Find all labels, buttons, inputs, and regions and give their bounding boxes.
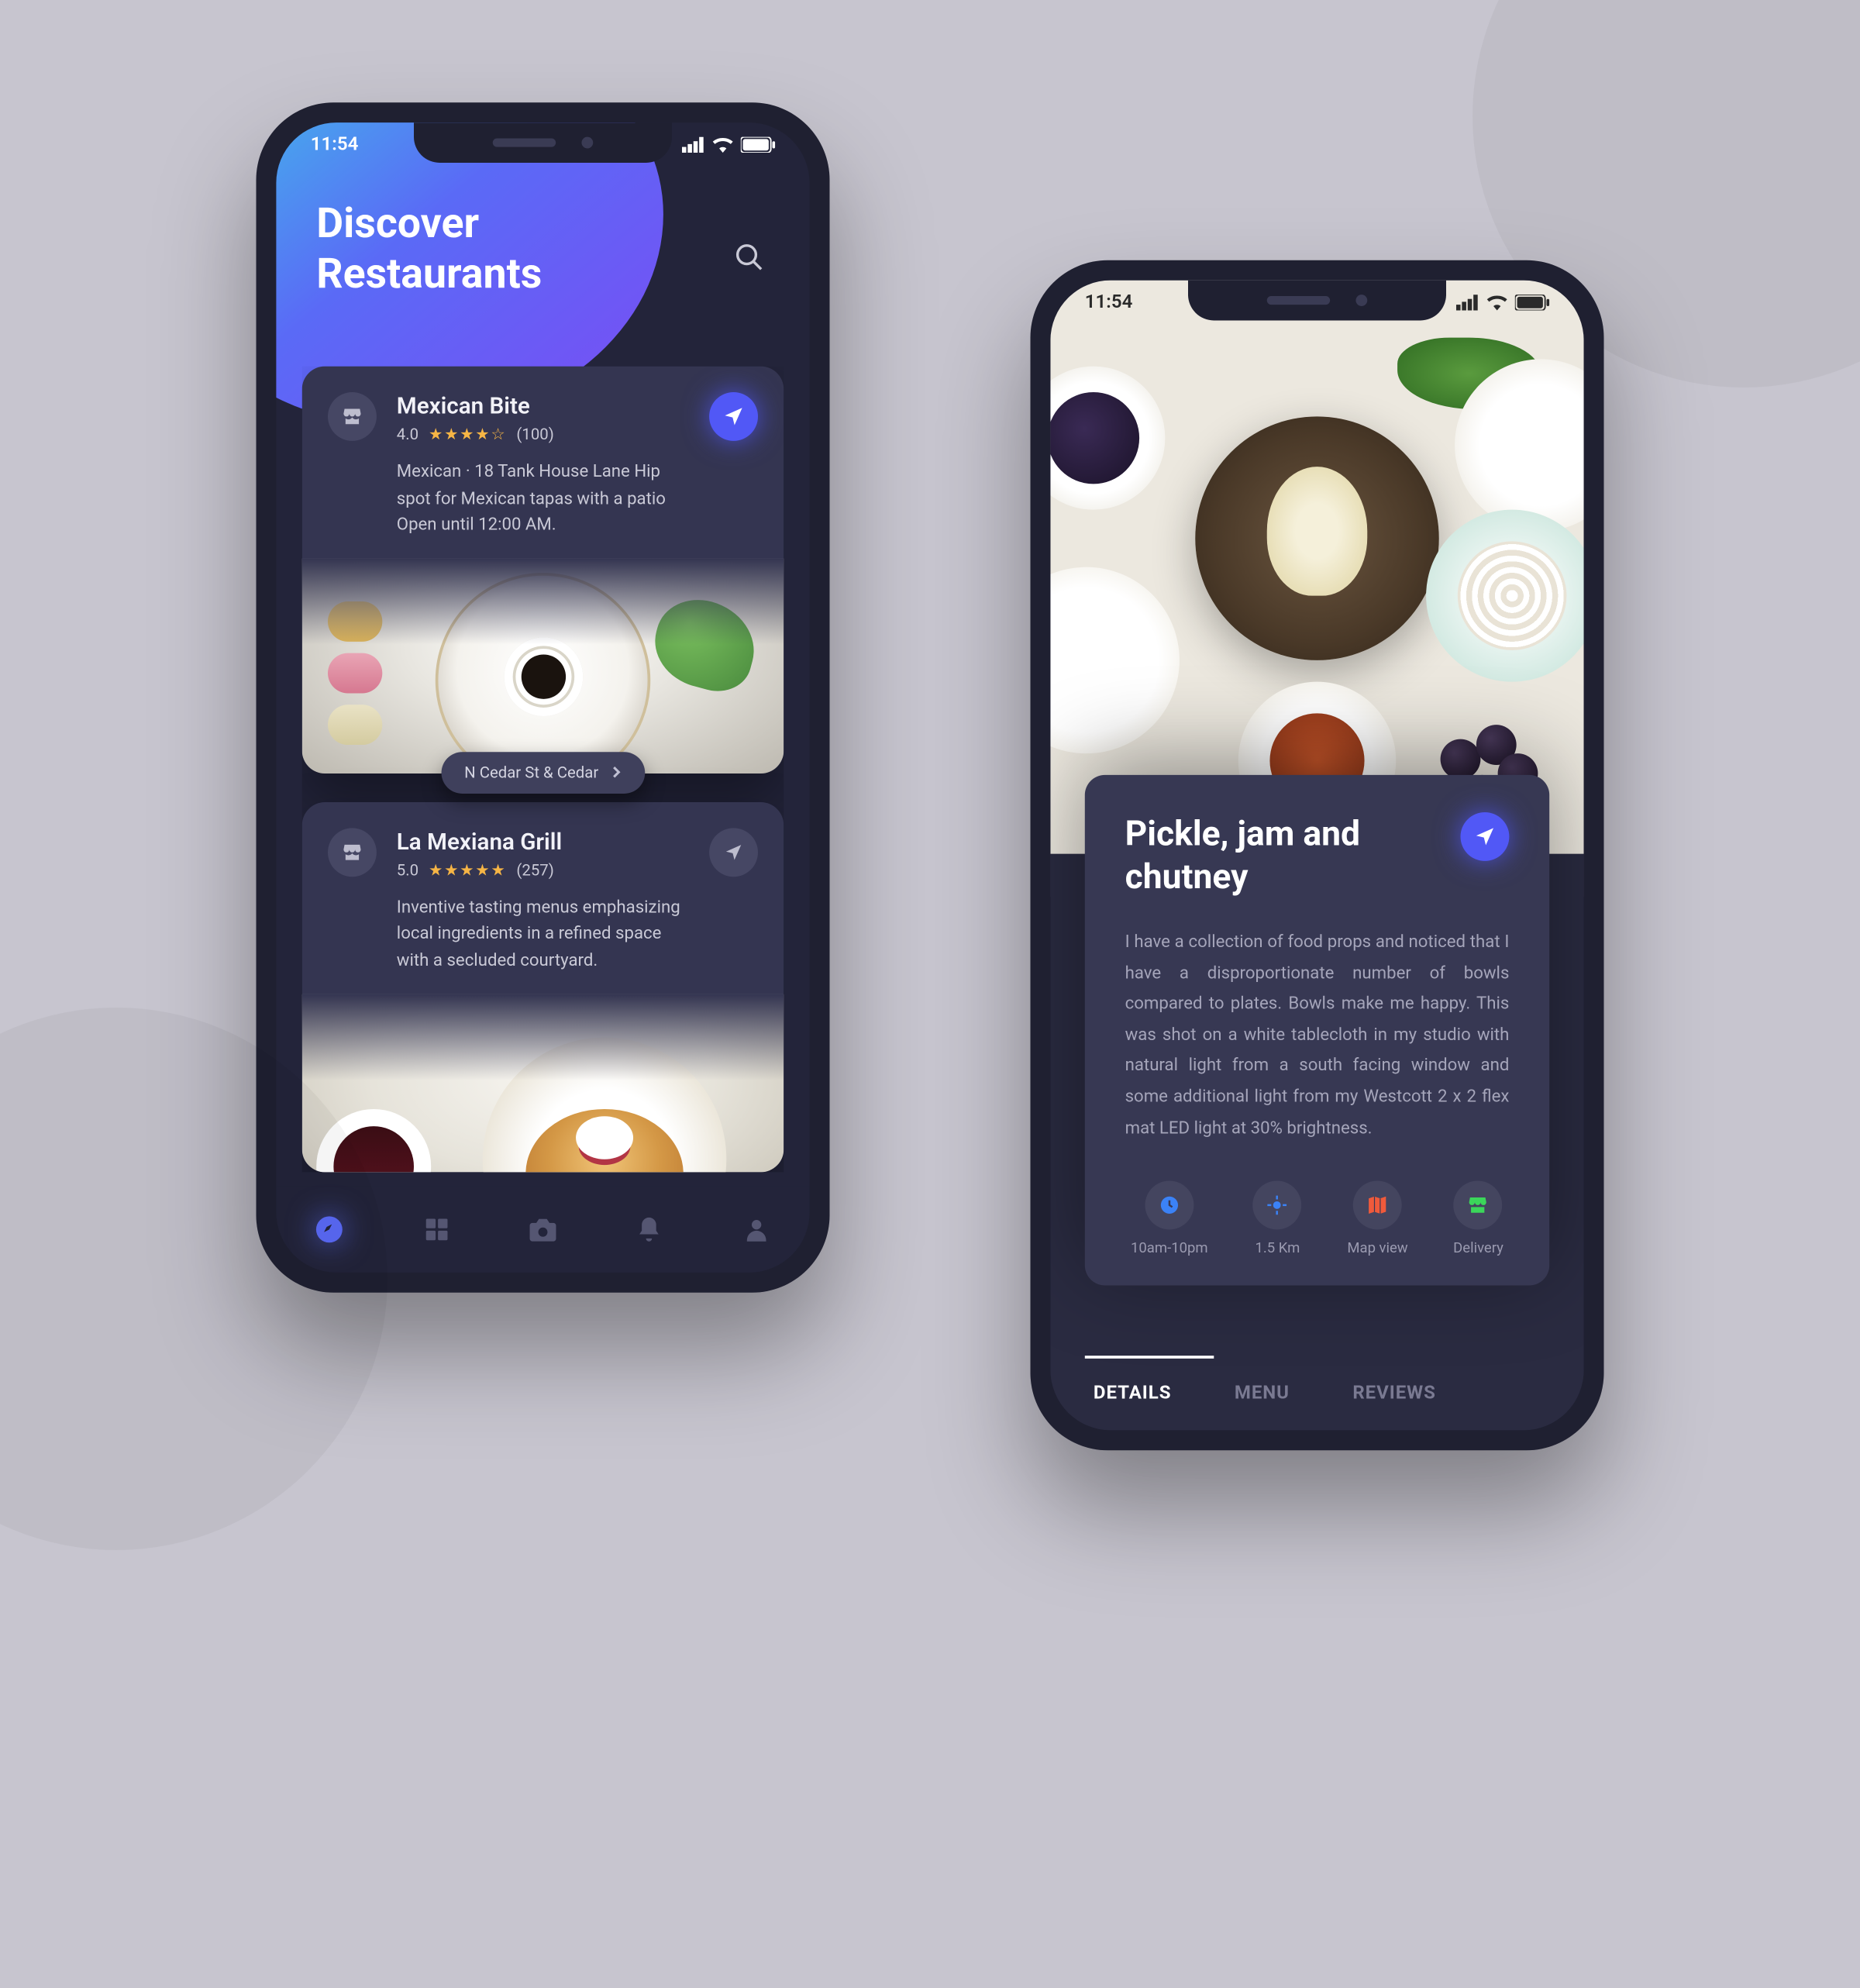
bell-icon	[636, 1214, 664, 1246]
wifi-icon	[712, 137, 734, 153]
rating-value: 5.0	[397, 860, 418, 879]
grid-icon	[422, 1215, 450, 1244]
restaurant-description: Mexican · 18 Tank House Lane Hip spot fo…	[397, 458, 689, 538]
restaurant-image	[302, 558, 784, 773]
rating-stars: ★★★★★	[429, 860, 506, 879]
tab-reviews[interactable]: REVIEWS	[1352, 1383, 1436, 1404]
wifi-icon	[1486, 295, 1508, 310]
status-time: 11:54	[1085, 291, 1133, 313]
battery-icon	[741, 137, 775, 153]
compass-icon	[314, 1214, 346, 1246]
signal-icon	[1456, 295, 1479, 310]
restaurant-card[interactable]: La Mexiana Grill 5.0 ★★★★★ (257) Inventi…	[302, 802, 784, 1173]
detail-card: Pickle, jam and chutney I have a collect…	[1085, 775, 1549, 1286]
phone-discover: 11:54 Discover Restaurants	[257, 102, 830, 1293]
info-delivery[interactable]: Delivery	[1453, 1181, 1504, 1257]
person-icon	[742, 1214, 770, 1246]
store-icon	[328, 828, 377, 877]
location-chip[interactable]: N Cedar St & Cedar	[442, 752, 645, 794]
navigation-arrow-icon	[1473, 825, 1497, 849]
tab-bar	[276, 1187, 809, 1273]
tab-profile[interactable]	[739, 1212, 773, 1246]
review-count: (100)	[516, 426, 553, 444]
page-title: Discover Restaurants	[316, 200, 542, 300]
navigation-arrow-icon	[724, 842, 744, 862]
tab-explore[interactable]	[312, 1212, 346, 1246]
tab-notifications[interactable]	[632, 1212, 666, 1246]
detail-tabs: DETAILS MENU REVIEWS	[1085, 1357, 1549, 1430]
chevron-right-icon	[610, 765, 622, 780]
clock-icon	[1158, 1194, 1181, 1217]
review-count: (257)	[516, 860, 553, 879]
screen-discover: 11:54 Discover Restaurants	[276, 122, 809, 1273]
restaurant-image	[302, 994, 784, 1172]
rating-value: 4.0	[397, 426, 418, 444]
detail-description: I have a collection of food props and no…	[1125, 927, 1510, 1144]
info-hours[interactable]: 10am-10pm	[1131, 1181, 1208, 1257]
battery-icon	[1515, 295, 1549, 310]
search-button[interactable]	[724, 232, 776, 284]
navigate-button[interactable]	[709, 392, 758, 441]
tab-camera[interactable]	[525, 1212, 560, 1246]
info-map[interactable]: Map view	[1347, 1181, 1407, 1257]
map-icon	[1366, 1194, 1390, 1217]
restaurant-name: La Mexiana Grill	[397, 828, 689, 855]
restaurant-name: Mexican Bite	[397, 392, 689, 419]
navigate-button[interactable]	[709, 828, 758, 877]
phone-detail: 11:54 Pickle, jam and	[1031, 260, 1604, 1451]
tab-menu[interactable]: MENU	[1235, 1383, 1290, 1404]
store-icon	[1467, 1194, 1490, 1217]
signal-icon	[682, 137, 705, 153]
navigation-arrow-icon	[722, 405, 746, 429]
info-distance[interactable]: 1.5 Km	[1253, 1181, 1302, 1257]
notch	[414, 122, 672, 163]
tab-grid[interactable]	[419, 1212, 453, 1246]
notch	[1188, 281, 1446, 321]
restaurant-description: Inventive tasting menus emphasizing loca…	[397, 894, 689, 973]
camera-icon	[527, 1214, 559, 1246]
navigate-button[interactable]	[1461, 812, 1510, 861]
target-icon	[1266, 1194, 1290, 1217]
status-time: 11:54	[311, 134, 359, 156]
info-row: 10am-10pm 1.5 Km Map view Delivery	[1125, 1181, 1510, 1257]
search-icon	[734, 242, 766, 274]
restaurant-list[interactable]: Mexican Bite 4.0 ★★★★☆ (100) Mexican · 1…	[302, 367, 784, 1173]
screen-detail: 11:54 Pickle, jam and	[1050, 281, 1583, 1431]
detail-title: Pickle, jam and chutney	[1125, 812, 1438, 898]
store-icon	[328, 392, 377, 441]
restaurant-card[interactable]: Mexican Bite 4.0 ★★★★☆ (100) Mexican · 1…	[302, 367, 784, 773]
tab-details[interactable]: DETAILS	[1094, 1383, 1172, 1404]
rating-stars: ★★★★☆	[429, 426, 506, 444]
